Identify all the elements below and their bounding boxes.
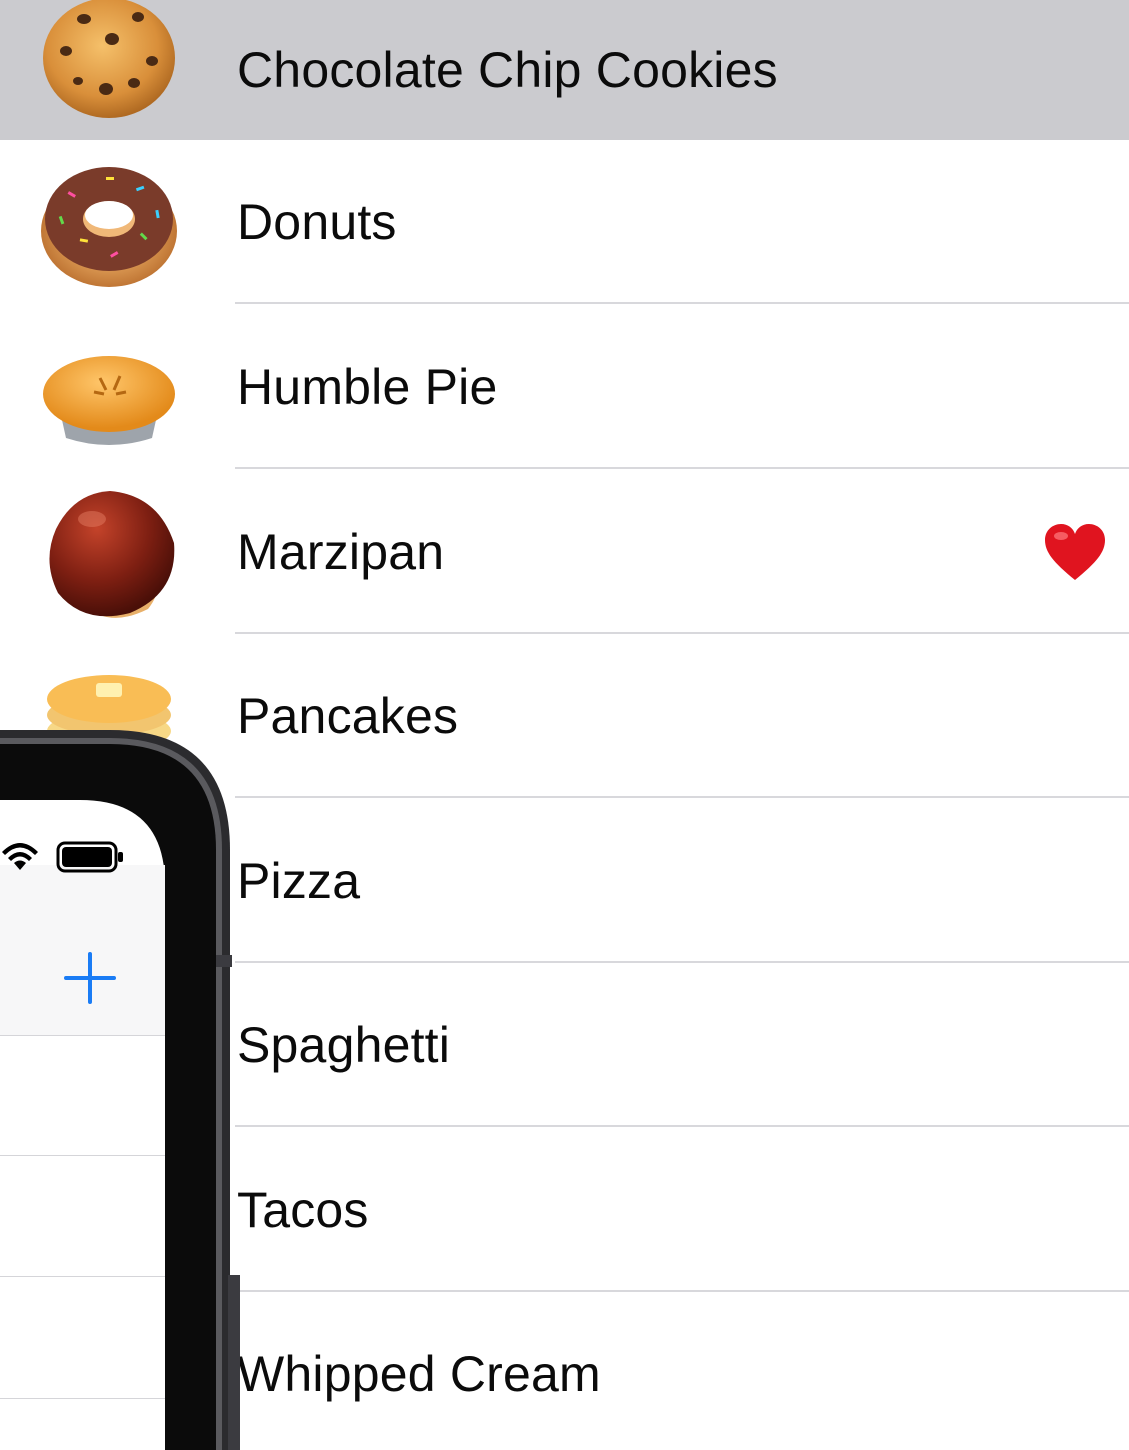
phone-frame — [0, 730, 240, 1450]
donut-icon — [41, 167, 177, 287]
list-item-label: Whipped Cream — [237, 1346, 601, 1402]
cookie-icon — [43, 0, 175, 118]
row-separator — [235, 1125, 1129, 1127]
list-item-label: Humble Pie — [237, 359, 498, 415]
wifi-icon — [2, 843, 38, 870]
list-item[interactable]: Humble Pie — [0, 305, 1129, 469]
list-item-label: Pancakes — [237, 688, 459, 744]
plus-icon[interactable] — [64, 952, 116, 1004]
row-separator — [235, 796, 1129, 798]
phone-nav-bar — [0, 865, 165, 1036]
list-item[interactable]: Chocolate Chip Cookies — [0, 0, 1129, 140]
list-item[interactable]: Donuts — [0, 140, 1129, 304]
pie-icon — [43, 356, 175, 445]
list-item-label: Chocolate Chip Cookies — [237, 42, 778, 98]
list-item-label: Marzipan — [237, 524, 445, 580]
phone-row-separator — [0, 1155, 165, 1156]
list-item-label: Tacos — [237, 1182, 369, 1238]
list-item-label: Spaghetti — [237, 1017, 451, 1073]
phone-mockup — [0, 730, 240, 1450]
heart-icon[interactable] — [1043, 522, 1107, 582]
row-separator — [235, 302, 1129, 304]
phone-row-separator — [0, 1398, 165, 1399]
list-item-label: Pizza — [237, 853, 361, 909]
list-item-label: Donuts — [237, 194, 397, 250]
chestnut-icon — [49, 491, 175, 618]
phone-row-separator — [0, 1276, 165, 1277]
battery-icon — [56, 841, 123, 873]
row-separator — [235, 467, 1129, 469]
list-item[interactable]: Marzipan — [0, 470, 1129, 634]
